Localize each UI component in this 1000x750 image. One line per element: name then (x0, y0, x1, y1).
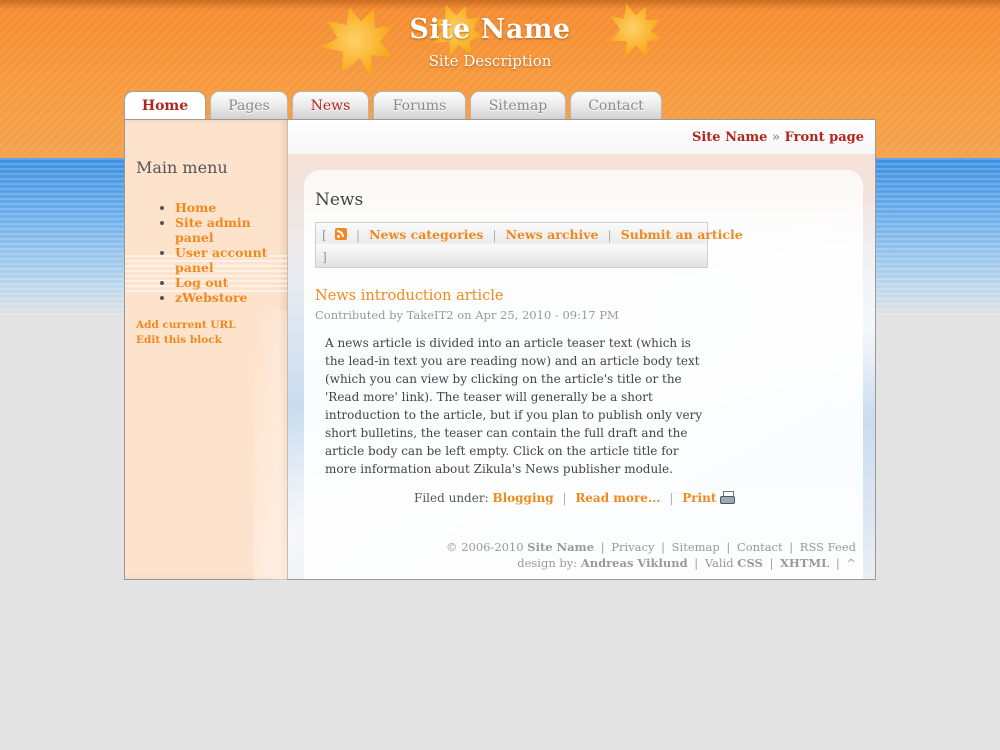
contact-link[interactable]: Contact (737, 540, 783, 554)
separator: | (492, 227, 497, 242)
sitemap-link[interactable]: Sitemap (672, 540, 720, 554)
site-footer: © 2006-2010 Site Name | Privacy | Sitema… (446, 540, 856, 570)
news-categories-link[interactable]: News categories (369, 227, 483, 242)
article-meta: Contributed by TakeIT2 on Apr 25, 2010 -… (315, 308, 619, 322)
edit-block-link[interactable]: Edit this block (136, 333, 236, 348)
list-item: Site admin panel (175, 215, 285, 245)
privacy-link[interactable]: Privacy (611, 540, 654, 554)
list-item: User account panel (175, 245, 285, 275)
printer-icon[interactable] (720, 491, 736, 504)
rss-icon[interactable] (334, 228, 347, 240)
designer-link[interactable]: Andreas Viklund (581, 556, 688, 570)
separator: | (607, 227, 612, 242)
breadcrumb-separator: » (771, 130, 781, 145)
list-item: zWebstore (175, 290, 285, 305)
list-item: Log out (175, 275, 285, 290)
category-link[interactable]: Blogging (492, 491, 553, 505)
block-links: Add current URL Edit this block (136, 318, 236, 348)
menu-item-site-admin-panel[interactable]: Site admin panel (175, 215, 251, 245)
tab-news[interactable]: News (292, 91, 369, 120)
page-title: News (315, 190, 364, 210)
menu-item-home[interactable]: Home (175, 200, 216, 215)
add-current-url-link[interactable]: Add current URL (136, 318, 236, 333)
copyright: © 2006-2010 (446, 540, 524, 554)
filed-under-label: Filed under: (414, 491, 489, 505)
back-to-top-link[interactable]: ^ (846, 556, 856, 570)
menu-item-zwebstore[interactable]: zWebstore (175, 290, 248, 305)
tab-forums[interactable]: Forums (373, 91, 466, 120)
tab-home[interactable]: Home (124, 91, 206, 122)
footer-site-name: Site Name (527, 540, 595, 554)
main-menu-list: Home Site admin panel User account panel… (155, 200, 285, 305)
menu-item-log-out[interactable]: Log out (175, 275, 228, 290)
breadcrumb-bar: Site Name » Front page (288, 120, 875, 155)
valid-label: Valid (704, 556, 734, 570)
news-navigation: [ | News categories | News archive | Sub… (315, 222, 743, 268)
separator: | (562, 491, 567, 505)
open-bracket: [ (322, 227, 327, 242)
separator: | (669, 491, 674, 505)
tab-pages[interactable]: Pages (210, 91, 288, 120)
tab-sitemap[interactable]: Sitemap (470, 91, 566, 120)
main-menu-title: Main menu (136, 158, 228, 177)
valid-xhtml-link[interactable]: XHTML (780, 556, 829, 570)
list-item: Home (175, 200, 285, 215)
separator: | (355, 227, 361, 242)
menu-item-user-account-panel[interactable]: User account panel (175, 245, 267, 275)
close-bracket: ] (322, 249, 327, 264)
valid-css-link[interactable]: CSS (737, 556, 763, 570)
rss-feed-link[interactable]: RSS Feed (800, 540, 856, 554)
breadcrumb: Site Name » Front page (692, 130, 864, 145)
site-title[interactable]: Site Name (405, 14, 575, 45)
breadcrumb-site-link[interactable]: Site Name (692, 130, 767, 145)
print-link[interactable]: Print (682, 491, 716, 505)
sidebar: Main menu Home Site admin panel User acc… (125, 120, 288, 580)
read-more-link[interactable]: Read more... (575, 491, 660, 505)
design-by-label: design by: (517, 556, 578, 570)
site-description: Site Description (428, 52, 552, 70)
main-frame: Main menu Home Site admin panel User acc… (124, 119, 876, 580)
news-archive-link[interactable]: News archive (506, 227, 599, 242)
tab-contact[interactable]: Contact (570, 91, 662, 120)
breadcrumb-current-page[interactable]: Front page (785, 130, 864, 145)
article-title[interactable]: News introduction article (315, 288, 503, 304)
submit-article-link[interactable]: Submit an article (621, 227, 743, 242)
article-teaser: A news article is divided into an articl… (325, 336, 703, 476)
article-footer: Filed under: Blogging | Read more... | P… (414, 491, 736, 505)
